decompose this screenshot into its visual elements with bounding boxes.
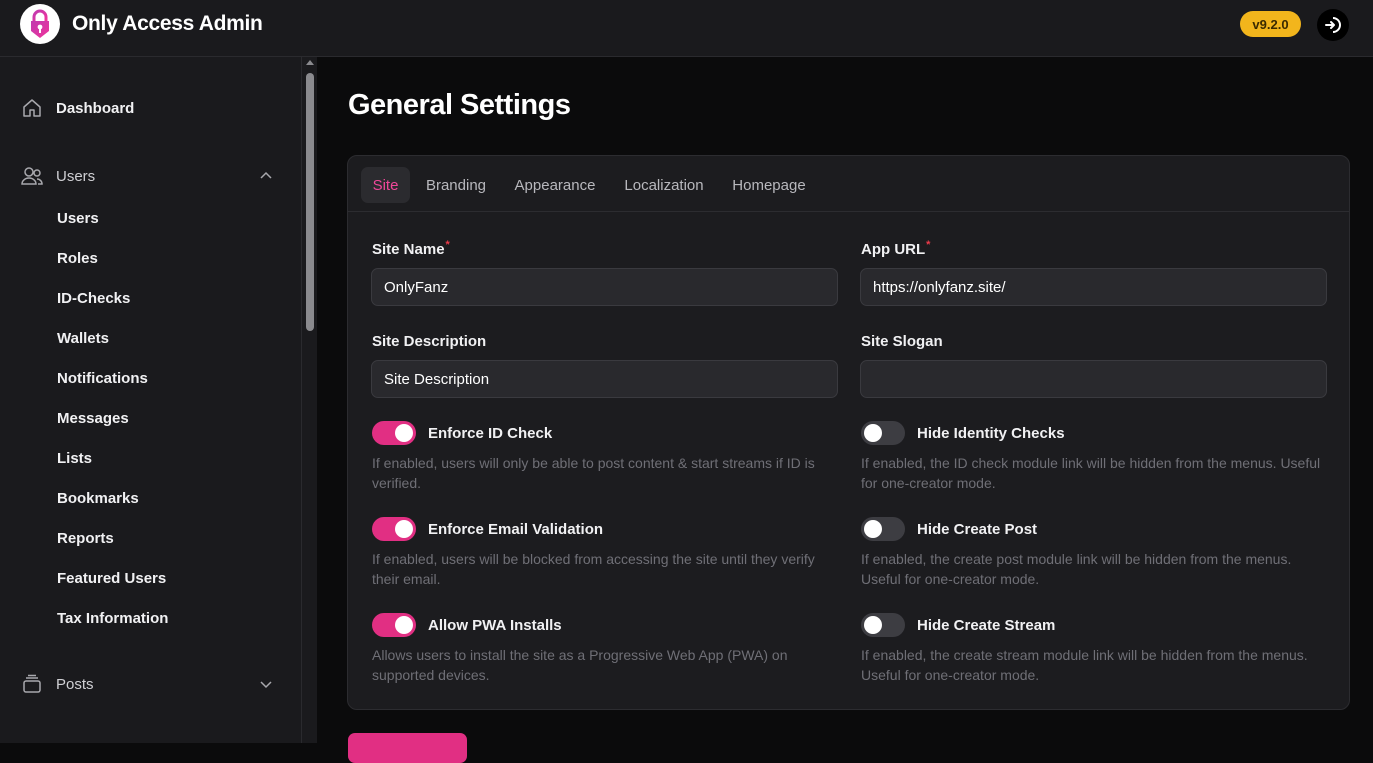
enforce-email-validation-help: If enabled, users will be blocked from a… [372,551,815,587]
app-url-label: App URL* [861,239,931,258]
settings-card: Site Branding Appearance Localization Ho… [347,155,1350,710]
required-asterisk: * [926,239,931,251]
toggle-knob [395,520,413,538]
site-slogan-label: Site Slogan [861,333,943,350]
tab-bar: Site Branding Appearance Localization Ho… [348,156,1349,212]
site-name-input[interactable] [371,268,838,306]
allow-pwa-installs-help: Allows users to install the site as a Pr… [372,647,788,683]
save-button[interactable] [348,733,467,763]
sidebar-item-label: Dashboard [56,99,135,117]
page-title: General Settings [348,89,571,121]
padlock-logo-icon[interactable] [20,4,60,44]
logout-icon [1325,17,1341,33]
enforce-email-validation-label: Enforce Email Validation [428,521,604,538]
sidebar-item-dashboard[interactable]: Dashboard [20,96,134,120]
sidebar-item-tax-information[interactable]: Tax Information [57,610,168,627]
site-slogan-input[interactable] [860,360,1327,398]
hide-identity-checks-label: Hide Identity Checks [917,425,1065,442]
top-bar: Only Access Admin v9.2.0 [0,0,1373,57]
sidebar-item-lists[interactable]: Lists [57,450,92,467]
sidebar-item-notifications[interactable]: Notifications [57,370,148,387]
version-badge: v9.2.0 [1240,11,1301,37]
sidebar-item-roles[interactable]: Roles [57,250,98,267]
hide-create-post-help: If enabled, the create post module link … [861,551,1292,587]
sidebar-group-users[interactable]: Users [20,164,95,188]
scrollbar-thumb[interactable] [306,73,314,331]
toggle-knob [395,616,413,634]
hide-create-stream-toggle[interactable] [861,613,905,637]
sidebar-item-id-checks[interactable]: ID-Checks [57,290,130,307]
hide-identity-checks-toggle[interactable] [861,421,905,445]
chevron-down-icon[interactable] [258,676,274,692]
app-title[interactable]: Only Access Admin [72,12,263,36]
sidebar: Dashboard Users Users Roles ID-Checks Wa… [0,57,301,743]
sidebar-item-reports[interactable]: Reports [57,530,114,547]
enforce-id-check-label: Enforce ID Check [428,425,553,442]
sidebar-item-messages[interactable]: Messages [57,410,129,427]
site-description-label: Site Description [372,333,487,350]
hide-create-post-toggle[interactable] [861,517,905,541]
sidebar-item-bookmarks[interactable]: Bookmarks [57,490,139,507]
users-icon [20,164,44,188]
scroll-up-arrow-icon[interactable] [306,60,314,65]
enforce-id-check-toggle[interactable] [372,421,416,445]
required-asterisk: * [445,239,450,251]
tab-appearance[interactable]: Appearance [506,167,604,203]
tab-localization[interactable]: Localization [616,167,712,203]
allow-pwa-installs-label: Allow PWA Installs [428,617,562,634]
enforce-id-check-help: If enabled, users will only be able to p… [372,455,815,491]
toggle-knob [395,424,413,442]
chevron-up-icon[interactable] [258,168,274,184]
app-url-input[interactable] [860,268,1327,306]
allow-pwa-installs-toggle[interactable] [372,613,416,637]
logout-button[interactable] [1317,9,1349,41]
enforce-email-validation-toggle[interactable] [372,517,416,541]
sidebar-item-users[interactable]: Users [57,210,99,227]
home-icon [20,96,44,120]
toggle-knob [864,616,882,634]
hide-create-stream-help: If enabled, the create stream module lin… [861,647,1308,683]
sidebar-item-featured-users[interactable]: Featured Users [57,570,166,587]
tab-homepage[interactable]: Homepage [724,167,814,203]
toggle-knob [864,424,882,442]
tab-site[interactable]: Site [361,167,410,203]
hide-create-post-label: Hide Create Post [917,521,1038,538]
site-description-input[interactable] [371,360,838,398]
toggle-knob [864,520,882,538]
hide-identity-checks-help: If enabled, the ID check module link wil… [861,455,1321,491]
sidebar-group-posts[interactable]: Posts [20,672,94,696]
sidebar-scrollbar[interactable] [301,57,317,743]
tab-branding[interactable]: Branding [418,167,494,203]
site-name-label: Site Name* [372,239,450,258]
posts-icon [20,672,44,696]
sidebar-item-wallets[interactable]: Wallets [57,330,109,347]
sidebar-group-label: Posts [56,675,94,693]
sidebar-group-label: Users [56,167,96,185]
hide-create-stream-label: Hide Create Stream [917,617,1056,634]
